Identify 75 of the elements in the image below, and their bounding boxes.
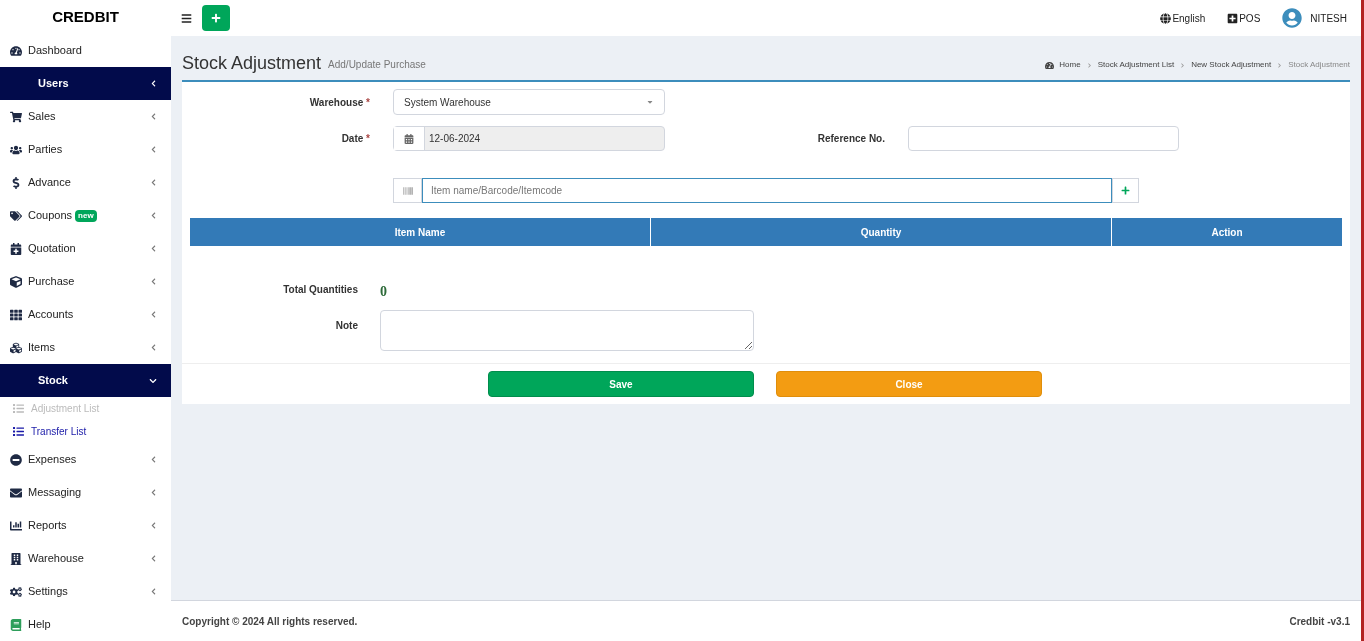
tags-icon [10,209,22,222]
sidebar-label: Settings [28,584,68,600]
note-label: Note [334,319,358,333]
page-title: Stock Adjustment [182,54,322,72]
sidebar-label: Sales [28,109,56,125]
copyright-text: Copyright © 2024 All rights reserved. [182,614,358,629]
separator-icon [1086,62,1092,68]
new-badge: new [75,209,97,222]
calendar-icon [404,133,414,144]
table-header-cell: Quantity [651,218,1112,246]
plus-icon [1121,186,1130,195]
breadcrumb-link[interactable]: Stock Adjustment List [1097,59,1175,71]
sidebar-label: Reports [28,518,67,534]
sidebar-item[interactable]: Stock [0,364,171,397]
note-field[interactable] [380,310,754,351]
separator-icon [1277,62,1283,68]
envelope-icon [10,486,22,499]
reference-field[interactable] [908,126,1179,151]
users-icon [10,143,22,156]
date-field[interactable]: 12-06-2024 [393,126,665,151]
list-icon [13,403,24,414]
add-item-button[interactable] [1112,178,1139,203]
language-link[interactable]: English [1160,10,1206,26]
version-text: Credbit -v3.1 [1289,614,1350,629]
grid-icon [10,308,22,321]
sidebar-label: Items [28,340,55,356]
list-icon [13,426,24,437]
dashboard-icon [1045,60,1055,70]
building-icon [10,552,22,565]
warehouse-select[interactable]: System Warehouse [393,89,665,115]
sidebar-label: Dashboard [28,43,82,59]
separator-icon [1180,62,1186,68]
field-label: Reference No. [816,132,885,146]
field-label: Date * [340,132,370,146]
sidebar-label: Purchase [28,274,75,290]
caret-icon [646,98,654,106]
sidebar-label: Accounts [28,307,74,323]
add-button[interactable] [202,5,230,31]
breadcrumb-link[interactable]: New Stock Adjustment [1191,59,1272,71]
dollar-icon [10,176,22,189]
bar-chart-icon [10,519,22,532]
sidebar-label: Coupons [28,208,73,224]
page-subtitle: Add/Update Purchase [328,58,426,72]
total-label: Total Quantities [282,282,358,297]
sidebar-label: Parties [28,142,63,158]
breadcrumb-link[interactable]: Home [1059,59,1081,71]
avatar-icon [1282,8,1303,28]
user-menu[interactable]: NITESH [1282,8,1347,28]
cubes-icon [10,341,22,354]
sidebar-label: Warehouse [28,551,84,567]
pos-link[interactable]: POS [1227,10,1261,26]
sidebar-label: Stock [38,373,68,389]
sidebar-label: Users [38,76,69,92]
plus-icon [211,13,221,23]
field-label: Warehouse * [308,95,370,110]
calendar-icon [10,242,22,255]
menu-icon[interactable] [181,12,192,24]
sidebar-label: Messaging [28,485,82,501]
sidebar-label: Expenses [28,452,77,468]
table-header-cell: Action [1112,218,1342,246]
globe-icon [1160,12,1172,24]
table-header-cell: Item Name [190,218,651,246]
book-icon [10,618,22,631]
item-search-field[interactable]: Item name/Barcode/Itemcode [422,178,1112,203]
cart-icon [10,110,22,123]
sidebar-item[interactable]: Users [0,67,171,100]
total-value: 0 [380,283,387,301]
submenu-item[interactable]: Transfer List [0,420,171,443]
dashboard-icon [10,44,22,57]
sidebar-label: Advance [28,175,71,191]
sidebar-label: Help [28,617,51,633]
settings-icon [10,585,22,598]
sidebar-label: Quotation [28,241,76,257]
cube-icon [10,275,22,288]
brand-logo[interactable]: CREDBIT [52,5,119,29]
